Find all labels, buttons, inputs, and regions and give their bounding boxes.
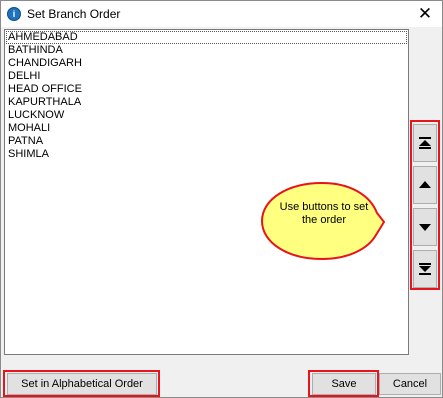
list-item[interactable]: LUCKNOW <box>6 109 407 122</box>
save-button[interactable]: Save <box>312 373 376 395</box>
move-up-icon <box>419 181 431 188</box>
title-bar: i Set Branch Order ✕ <box>1 1 442 27</box>
move-to-bottom-icon <box>419 263 431 275</box>
list-item[interactable]: PATNA <box>6 135 407 148</box>
move-to-bottom-button[interactable] <box>413 250 437 288</box>
move-to-top-icon <box>419 137 431 149</box>
list-item[interactable]: HEAD OFFICE <box>6 83 407 96</box>
list-item[interactable]: BATHINDA <box>6 44 407 57</box>
list-item[interactable]: DELHI <box>6 70 407 83</box>
move-down-icon <box>419 224 431 231</box>
info-icon: i <box>7 7 21 21</box>
list-item[interactable]: CHANDIGARH <box>6 57 407 70</box>
list-item[interactable]: AHMEDABAD <box>6 31 407 44</box>
set-branch-order-window: i Set Branch Order ✕ AHMEDABAD BATHINDA … <box>0 0 443 398</box>
list-item[interactable]: KAPURTHALA <box>6 96 407 109</box>
alphabetical-order-button[interactable]: Set in Alphabetical Order <box>7 373 157 395</box>
window-title: Set Branch Order <box>27 7 121 21</box>
move-to-top-button[interactable] <box>413 124 437 162</box>
cancel-button[interactable]: Cancel <box>379 373 441 395</box>
order-buttons-group <box>410 120 440 290</box>
move-up-button[interactable] <box>413 166 437 204</box>
move-down-button[interactable] <box>413 208 437 246</box>
callout-text: Use buttons to set the order <box>279 201 369 226</box>
list-item[interactable]: SHIMLA <box>6 148 407 161</box>
list-item[interactable]: MOHALI <box>6 122 407 135</box>
close-button[interactable]: ✕ <box>414 4 436 24</box>
